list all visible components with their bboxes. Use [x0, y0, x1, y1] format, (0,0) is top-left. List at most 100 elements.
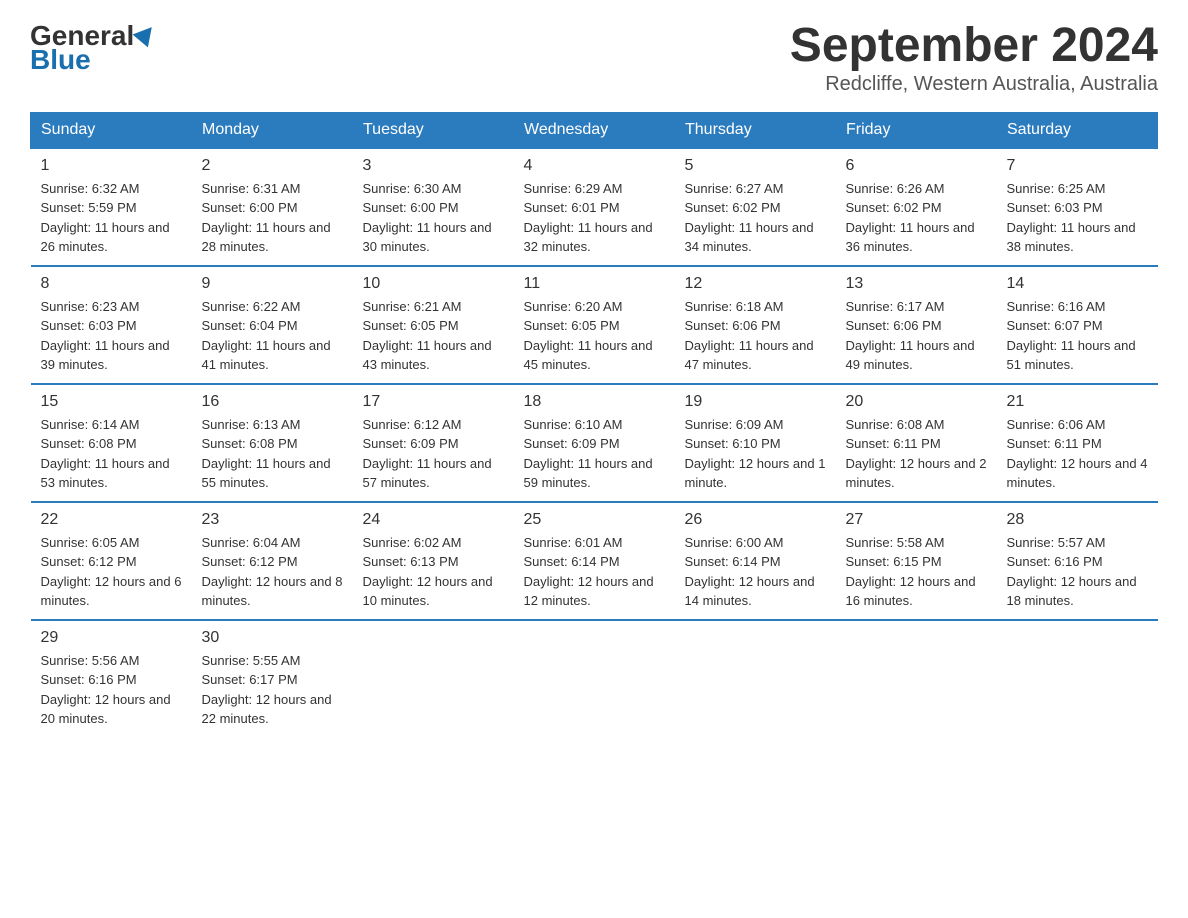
logo-blue-text: Blue — [30, 44, 91, 76]
logo: General Blue — [30, 20, 156, 76]
day-number: 18 — [524, 393, 665, 411]
day-info: Sunrise: 6:31 AMSunset: 6:00 PMDaylight:… — [202, 179, 343, 257]
weekday-header-friday: Friday — [836, 112, 997, 148]
day-info: Sunrise: 5:55 AMSunset: 6:17 PMDaylight:… — [202, 651, 343, 729]
calendar-cell — [353, 620, 514, 737]
day-number: 2 — [202, 157, 343, 175]
day-number: 22 — [41, 511, 182, 529]
calendar-cell: 12 Sunrise: 6:18 AMSunset: 6:06 PMDayligh… — [675, 266, 836, 384]
calendar-cell — [675, 620, 836, 737]
weekday-header-monday: Monday — [192, 112, 353, 148]
day-info: Sunrise: 6:26 AMSunset: 6:02 PMDaylight:… — [846, 179, 987, 257]
calendar-cell: 15 Sunrise: 6:14 AMSunset: 6:08 PMDayligh… — [31, 384, 192, 502]
day-info: Sunrise: 6:23 AMSunset: 6:03 PMDaylight:… — [41, 297, 182, 375]
calendar-cell: 23Sunrise: 6:04 AMSunset: 6:12 PMDayligh… — [192, 502, 353, 620]
weekday-header-row: SundayMondayTuesdayWednesdayThursdayFrid… — [31, 112, 1158, 148]
calendar-cell: 25 Sunrise: 6:01 AMSunset: 6:14 PMDayligh… — [514, 502, 675, 620]
day-number: 16 — [202, 393, 343, 411]
calendar-cell: 28Sunrise: 5:57 AMSunset: 6:16 PMDayligh… — [997, 502, 1158, 620]
day-number: 27 — [846, 511, 987, 529]
day-number: 9 — [202, 275, 343, 293]
day-info: Sunrise: 6:09 AMSunset: 6:10 PMDaylight:… — [685, 415, 826, 493]
day-info: Sunrise: 6:13 AMSunset: 6:08 PMDaylight:… — [202, 415, 343, 493]
calendar-cell: 24 Sunrise: 6:02 AMSunset: 6:13 PMDayligh… — [353, 502, 514, 620]
page-title: September 2024 — [790, 20, 1158, 73]
day-info: Sunrise: 6:18 AMSunset: 6:06 PMDaylight:… — [685, 297, 826, 375]
calendar-cell: 20 Sunrise: 6:08 AMSunset: 6:11 PMDayligh… — [836, 384, 997, 502]
day-number: 5 — [685, 157, 826, 175]
day-number: 11 — [524, 275, 665, 293]
calendar-cell: 13 Sunrise: 6:17 AMSunset: 6:06 PMDayligh… — [836, 266, 997, 384]
day-number: 19 — [685, 393, 826, 411]
day-info: Sunrise: 6:01 AMSunset: 6:14 PMDaylight:… — [524, 533, 665, 611]
day-info: Sunrise: 6:27 AMSunset: 6:02 PMDaylight:… — [685, 179, 826, 257]
day-info: Sunrise: 6:12 AMSunset: 6:09 PMDaylight:… — [363, 415, 504, 493]
calendar-cell: 5 Sunrise: 6:27 AMSunset: 6:02 PMDaylight… — [675, 148, 836, 266]
calendar-cell — [836, 620, 997, 737]
calendar-week-row: 8 Sunrise: 6:23 AMSunset: 6:03 PMDaylight… — [31, 266, 1158, 384]
calendar-cell: 11Sunrise: 6:20 AMSunset: 6:05 PMDayligh… — [514, 266, 675, 384]
day-info: Sunrise: 6:05 AMSunset: 6:12 PMDaylight:… — [41, 533, 182, 611]
calendar-cell: 14 Sunrise: 6:16 AMSunset: 6:07 PMDayligh… — [997, 266, 1158, 384]
day-number: 1 — [41, 157, 182, 175]
day-info: Sunrise: 6:00 AMSunset: 6:14 PMDaylight:… — [685, 533, 826, 611]
page-header: General Blue September 2024 Redcliffe, W… — [30, 20, 1158, 96]
day-info: Sunrise: 5:56 AMSunset: 6:16 PMDaylight:… — [41, 651, 182, 729]
day-number: 17 — [363, 393, 504, 411]
calendar-cell: 18 Sunrise: 6:10 AMSunset: 6:09 PMDayligh… — [514, 384, 675, 502]
calendar-cell: 16 Sunrise: 6:13 AMSunset: 6:08 PMDayligh… — [192, 384, 353, 502]
day-info: Sunrise: 6:10 AMSunset: 6:09 PMDaylight:… — [524, 415, 665, 493]
calendar-cell: 3 Sunrise: 6:30 AMSunset: 6:00 PMDaylight… — [353, 148, 514, 266]
weekday-header-sunday: Sunday — [31, 112, 192, 148]
calendar-cell: 1 Sunrise: 6:32 AMSunset: 5:59 PMDaylight… — [31, 148, 192, 266]
day-info: Sunrise: 5:58 AMSunset: 6:15 PMDaylight:… — [846, 533, 987, 611]
weekday-header-saturday: Saturday — [997, 112, 1158, 148]
day-info: Sunrise: 6:32 AMSunset: 5:59 PMDaylight:… — [41, 179, 182, 257]
title-block: September 2024 Redcliffe, Western Austra… — [790, 20, 1158, 96]
day-number: 15 — [41, 393, 182, 411]
day-number: 3 — [363, 157, 504, 175]
day-info: Sunrise: 5:57 AMSunset: 6:16 PMDaylight:… — [1007, 533, 1148, 611]
day-info: Sunrise: 6:21 AMSunset: 6:05 PMDaylight:… — [363, 297, 504, 375]
day-number: 20 — [846, 393, 987, 411]
calendar-cell: 19 Sunrise: 6:09 AMSunset: 6:10 PMDayligh… — [675, 384, 836, 502]
calendar-cell: 8 Sunrise: 6:23 AMSunset: 6:03 PMDaylight… — [31, 266, 192, 384]
calendar-cell: 26Sunrise: 6:00 AMSunset: 6:14 PMDayligh… — [675, 502, 836, 620]
day-number: 14 — [1007, 275, 1148, 293]
day-number: 8 — [41, 275, 182, 293]
day-number: 30 — [202, 629, 343, 647]
day-info: Sunrise: 6:08 AMSunset: 6:11 PMDaylight:… — [846, 415, 987, 493]
day-number: 24 — [363, 511, 504, 529]
calendar-cell: 9Sunrise: 6:22 AMSunset: 6:04 PMDaylight… — [192, 266, 353, 384]
day-number: 29 — [41, 629, 182, 647]
calendar-week-row: 22 Sunrise: 6:05 AMSunset: 6:12 PMDayligh… — [31, 502, 1158, 620]
calendar-week-row: 15 Sunrise: 6:14 AMSunset: 6:08 PMDayligh… — [31, 384, 1158, 502]
calendar-cell — [997, 620, 1158, 737]
day-info: Sunrise: 6:29 AMSunset: 6:01 PMDaylight:… — [524, 179, 665, 257]
day-number: 7 — [1007, 157, 1148, 175]
day-info: Sunrise: 6:14 AMSunset: 6:08 PMDaylight:… — [41, 415, 182, 493]
day-info: Sunrise: 6:17 AMSunset: 6:06 PMDaylight:… — [846, 297, 987, 375]
day-number: 21 — [1007, 393, 1148, 411]
day-info: Sunrise: 6:02 AMSunset: 6:13 PMDaylight:… — [363, 533, 504, 611]
weekday-header-thursday: Thursday — [675, 112, 836, 148]
calendar-week-row: 29 Sunrise: 5:56 AMSunset: 6:16 PMDayligh… — [31, 620, 1158, 737]
calendar-cell: 17 Sunrise: 6:12 AMSunset: 6:09 PMDayligh… — [353, 384, 514, 502]
day-info: Sunrise: 6:16 AMSunset: 6:07 PMDaylight:… — [1007, 297, 1148, 375]
day-number: 10 — [363, 275, 504, 293]
day-number: 13 — [846, 275, 987, 293]
calendar-table: SundayMondayTuesdayWednesdayThursdayFrid… — [30, 112, 1158, 737]
day-info: Sunrise: 6:06 AMSunset: 6:11 PMDaylight:… — [1007, 415, 1148, 493]
day-number: 12 — [685, 275, 826, 293]
day-number: 25 — [524, 511, 665, 529]
day-number: 4 — [524, 157, 665, 175]
calendar-cell: 21 Sunrise: 6:06 AMSunset: 6:11 PMDayligh… — [997, 384, 1158, 502]
calendar-cell: 30 Sunrise: 5:55 AMSunset: 6:17 PMDayligh… — [192, 620, 353, 737]
day-number: 23 — [202, 511, 343, 529]
day-info: Sunrise: 6:30 AMSunset: 6:00 PMDaylight:… — [363, 179, 504, 257]
calendar-cell: 4 Sunrise: 6:29 AMSunset: 6:01 PMDaylight… — [514, 148, 675, 266]
calendar-cell: 22 Sunrise: 6:05 AMSunset: 6:12 PMDayligh… — [31, 502, 192, 620]
calendar-cell: 29 Sunrise: 5:56 AMSunset: 6:16 PMDayligh… — [31, 620, 192, 737]
day-info: Sunrise: 6:25 AMSunset: 6:03 PMDaylight:… — [1007, 179, 1148, 257]
calendar-cell — [514, 620, 675, 737]
